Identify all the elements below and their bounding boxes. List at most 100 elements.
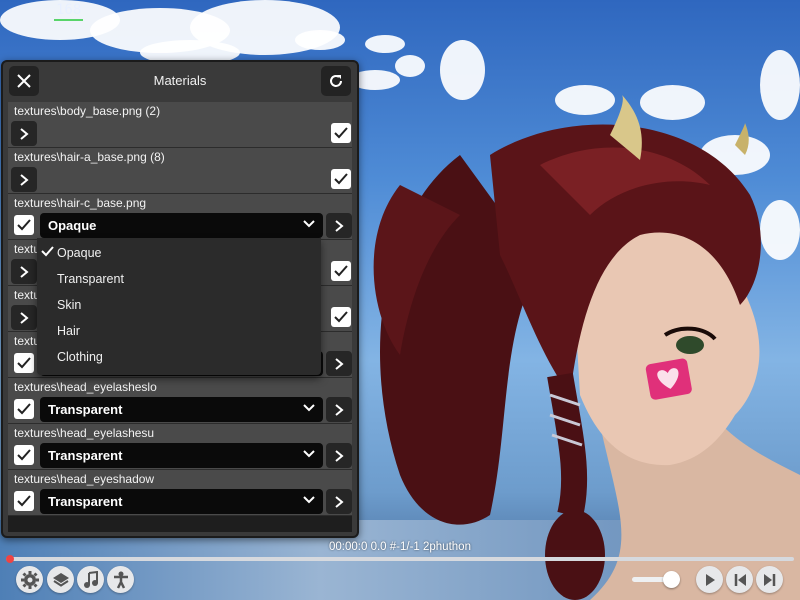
chevron-right-icon — [20, 265, 29, 278]
gear-icon — [20, 570, 39, 589]
visibility-checkbox[interactable] — [14, 215, 34, 235]
layers-icon — [52, 572, 69, 587]
checkmark-icon — [17, 449, 31, 461]
shader-select[interactable]: Transparent — [40, 489, 323, 514]
expand-button[interactable] — [11, 121, 37, 146]
timeline-slider[interactable] — [6, 557, 794, 561]
shader-select-value: Transparent — [48, 494, 123, 509]
checkmark-icon — [17, 219, 31, 231]
chevron-right-icon — [20, 173, 29, 186]
expand-button[interactable] — [11, 305, 37, 330]
chevron-down-icon — [303, 450, 315, 458]
pose-button[interactable] — [107, 566, 134, 593]
next-button[interactable] — [756, 566, 783, 593]
dropdown-option-label: Clothing — [57, 350, 103, 364]
dropdown-option-clothing[interactable]: Clothing — [37, 344, 321, 370]
play-icon — [705, 573, 715, 586]
refresh-icon — [330, 75, 342, 87]
material-row: textures\head_eyeshadow Transparent — [8, 470, 352, 516]
dropdown-option-skin[interactable]: Skin — [37, 292, 321, 318]
material-name: textures\head_eyelasheslo — [14, 380, 157, 394]
dropdown-option-label: Skin — [57, 298, 82, 312]
shader-dropdown-menu[interactable]: Opaque Transparent Skin Hair Clothing — [37, 238, 321, 375]
visibility-checkbox[interactable] — [14, 399, 34, 419]
shader-select-value: Transparent — [48, 448, 123, 463]
material-row: textures\body_base.png (2) — [8, 102, 352, 148]
material-name: textures\body_base.png (2) — [14, 104, 161, 118]
fps-counter: 168 — [54, 2, 84, 21]
panel-header: Materials — [3, 62, 357, 100]
timecode-readout: 00:00:0 0.0 #-1/-1 2phuthon — [329, 541, 471, 553]
music-button[interactable] — [77, 566, 104, 593]
dropdown-option-transparent[interactable]: Transparent — [37, 266, 321, 292]
shader-select-value: Opaque — [48, 218, 97, 233]
layers-button[interactable] — [47, 566, 74, 593]
checkmark-icon — [334, 311, 348, 323]
material-row: textures\hair-c_base.png Opaque — [8, 194, 352, 240]
checkmark-icon — [17, 495, 31, 507]
visibility-checkbox[interactable] — [331, 261, 351, 281]
visibility-checkbox[interactable] — [331, 169, 351, 189]
music-note-icon — [83, 570, 98, 588]
dropdown-option-label: Hair — [57, 324, 80, 338]
visibility-checkbox[interactable] — [14, 491, 34, 511]
chevron-right-icon — [20, 311, 29, 324]
checkmark-icon — [334, 173, 348, 185]
volume-knob[interactable] — [662, 571, 680, 588]
material-name: textures\head_eyeshadow — [14, 472, 155, 486]
shader-select[interactable]: Transparent — [40, 443, 323, 468]
material-row: textures\hair-a_base.png (8) — [8, 148, 352, 194]
skip-back-icon — [734, 573, 746, 586]
character-model[interactable] — [340, 95, 800, 600]
refresh-button[interactable] — [321, 66, 351, 96]
dropdown-option-label: Opaque — [57, 246, 102, 260]
material-row: textures\head_eyelashesu Transparent — [8, 424, 352, 470]
checkmark-icon — [41, 246, 54, 257]
cloud — [440, 40, 485, 100]
chevron-right-icon — [335, 495, 344, 508]
chevron-right-icon — [335, 219, 344, 232]
dropdown-option-opaque[interactable]: Opaque — [37, 240, 321, 266]
expand-button[interactable] — [326, 213, 352, 238]
material-row: textures\head_eyelasheslo Transparent — [8, 378, 352, 424]
expand-button[interactable] — [326, 443, 352, 468]
expand-button[interactable] — [326, 489, 352, 514]
chevron-down-icon — [303, 496, 315, 504]
visibility-checkbox[interactable] — [331, 123, 351, 143]
previous-button[interactable] — [726, 566, 753, 593]
settings-button[interactable] — [16, 566, 43, 593]
material-name: textures\head_eyelashesu — [14, 426, 155, 440]
material-name: textures\hair-c_base.png — [14, 196, 147, 210]
shader-select-value: Transparent — [48, 402, 123, 417]
shader-select[interactable]: Opaque — [40, 213, 323, 238]
cloud — [395, 55, 425, 77]
checkmark-icon — [17, 403, 31, 415]
checkmark-icon — [334, 265, 348, 277]
expand-button[interactable] — [11, 259, 37, 284]
visibility-checkbox[interactable] — [331, 307, 351, 327]
panel-title: Materials — [153, 73, 207, 88]
visibility-checkbox[interactable] — [14, 445, 34, 465]
chevron-right-icon — [335, 403, 344, 416]
figure-icon — [113, 571, 128, 589]
dropdown-option-hair[interactable]: Hair — [37, 318, 321, 344]
chevron-right-icon — [335, 357, 344, 370]
cloud — [365, 35, 405, 53]
visibility-checkbox[interactable] — [14, 353, 34, 373]
chevron-right-icon — [20, 127, 29, 140]
checkmark-icon — [334, 127, 348, 139]
checkmark-icon — [17, 357, 31, 369]
expand-button[interactable] — [326, 351, 352, 376]
skip-forward-icon — [763, 573, 775, 586]
chevron-down-icon — [303, 220, 315, 228]
dropdown-option-label: Transparent — [57, 272, 124, 286]
cloud — [295, 30, 345, 50]
chevron-down-icon — [303, 404, 315, 412]
play-button[interactable] — [696, 566, 723, 593]
expand-button[interactable] — [326, 397, 352, 422]
shader-select[interactable]: Transparent — [40, 397, 323, 422]
material-name: textures\hair-a_base.png (8) — [14, 150, 165, 164]
expand-button[interactable] — [11, 167, 37, 192]
chevron-right-icon — [335, 449, 344, 462]
timeline-handle[interactable] — [6, 555, 14, 563]
